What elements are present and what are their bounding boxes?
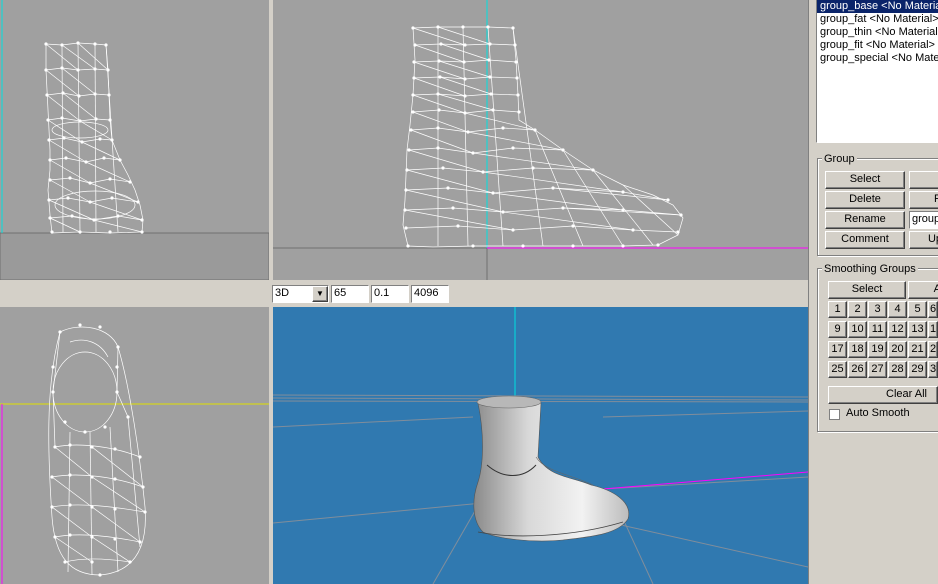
top-view-wireframe xyxy=(0,323,269,584)
smoothing-group-toggle[interactable]: 25 xyxy=(828,361,847,378)
group-comment-button[interactable]: Comment xyxy=(825,231,905,249)
list-item[interactable]: group_special <No Material> xyxy=(817,52,938,65)
side-view-wireframe xyxy=(0,0,269,280)
smoothing-group-toggle[interactable]: 28 xyxy=(888,361,907,378)
smoothing-group-toggle[interactable]: 20 xyxy=(888,341,907,358)
list-item[interactable]: group_fit <No Material> xyxy=(817,39,938,52)
near-clip-field[interactable]: 0.1 xyxy=(371,285,409,303)
clear-all-button[interactable]: Clear All xyxy=(828,386,938,404)
list-item[interactable]: group_thin <No Material> xyxy=(817,26,938,39)
group-rename-button[interactable]: Rename xyxy=(825,211,905,229)
smoothing-group-toggle[interactable]: 18 xyxy=(848,341,867,358)
groups-list[interactable]: group_base <No Material> group_fat <No M… xyxy=(816,0,938,143)
smoothing-group-toggle[interactable]: 17 xyxy=(828,341,847,358)
group-fieldset-title: Group xyxy=(822,153,857,165)
perspective-view xyxy=(273,307,808,584)
smoothing-group-toggle[interactable]: 9 xyxy=(828,321,847,338)
group-name-field[interactable]: group_base xyxy=(909,211,938,229)
smoothing-group-toggle[interactable]: 1 xyxy=(928,321,938,338)
group-up-button[interactable]: Up xyxy=(909,231,938,249)
smoothing-group-toggle[interactable]: 3 xyxy=(928,361,938,378)
smoothing-group-toggle[interactable]: 1 xyxy=(828,301,847,318)
auto-smooth-label: Auto Smooth xyxy=(846,407,910,419)
smoothing-group-toggle[interactable]: 4 xyxy=(888,301,907,318)
viewport-toolbar: 3D ▼ 65 0.1 4096 xyxy=(270,282,810,306)
list-item[interactable]: group_fat <No Material> xyxy=(817,13,938,26)
viewport-top[interactable] xyxy=(0,307,269,584)
fov-field[interactable]: 65 xyxy=(331,285,369,303)
front-view-wireframe xyxy=(273,0,808,280)
view-mode-select[interactable]: 3D ▼ xyxy=(272,285,329,303)
group-r-button[interactable]: R xyxy=(909,191,938,209)
far-clip-field[interactable]: 4096 xyxy=(411,285,449,303)
viewport-front[interactable] xyxy=(273,0,808,280)
smoothing-group-toggle[interactable]: 13 xyxy=(908,321,927,338)
smoothing-a-button[interactable]: A xyxy=(908,281,938,299)
group-select-button[interactable]: Select xyxy=(825,171,905,189)
list-item[interactable]: group_base <No Material> xyxy=(817,0,938,13)
smoothing-group-toggle[interactable]: 26 xyxy=(848,361,867,378)
smoothing-group-toggle[interactable]: 6 xyxy=(928,301,938,318)
group-delete-button[interactable]: Delete xyxy=(825,191,905,209)
view-mode-value: 3D xyxy=(275,287,290,299)
smoothing-group-toggle[interactable]: 21 xyxy=(908,341,927,358)
smoothing-group-toggle[interactable]: 11 xyxy=(868,321,887,338)
smoothing-group-toggle[interactable]: 29 xyxy=(908,361,927,378)
viewport-3d[interactable] xyxy=(273,307,808,584)
smoothing-group-toggle[interactable]: 27 xyxy=(868,361,887,378)
smoothing-fieldset-title: Smoothing Groups xyxy=(822,263,918,275)
auto-smooth-checkbox[interactable] xyxy=(829,409,840,420)
boot-model xyxy=(473,395,630,542)
smoothing-group-toggle[interactable]: 19 xyxy=(868,341,887,358)
smoothing-group-toggle[interactable]: 3 xyxy=(868,301,887,318)
smoothing-select-button[interactable]: Select xyxy=(828,281,906,299)
smoothing-group-toggle[interactable]: 2 xyxy=(928,341,938,358)
smoothing-group-toggle[interactable]: 2 xyxy=(848,301,867,318)
smoothing-group-toggle[interactable]: 5 xyxy=(908,301,927,318)
chevron-down-icon[interactable]: ▼ xyxy=(312,286,328,302)
smoothing-group-toggle[interactable]: 10 xyxy=(848,321,867,338)
viewport-side[interactable] xyxy=(0,0,269,280)
group-blank-button[interactable] xyxy=(909,171,938,189)
smoothing-group-toggle[interactable]: 12 xyxy=(888,321,907,338)
